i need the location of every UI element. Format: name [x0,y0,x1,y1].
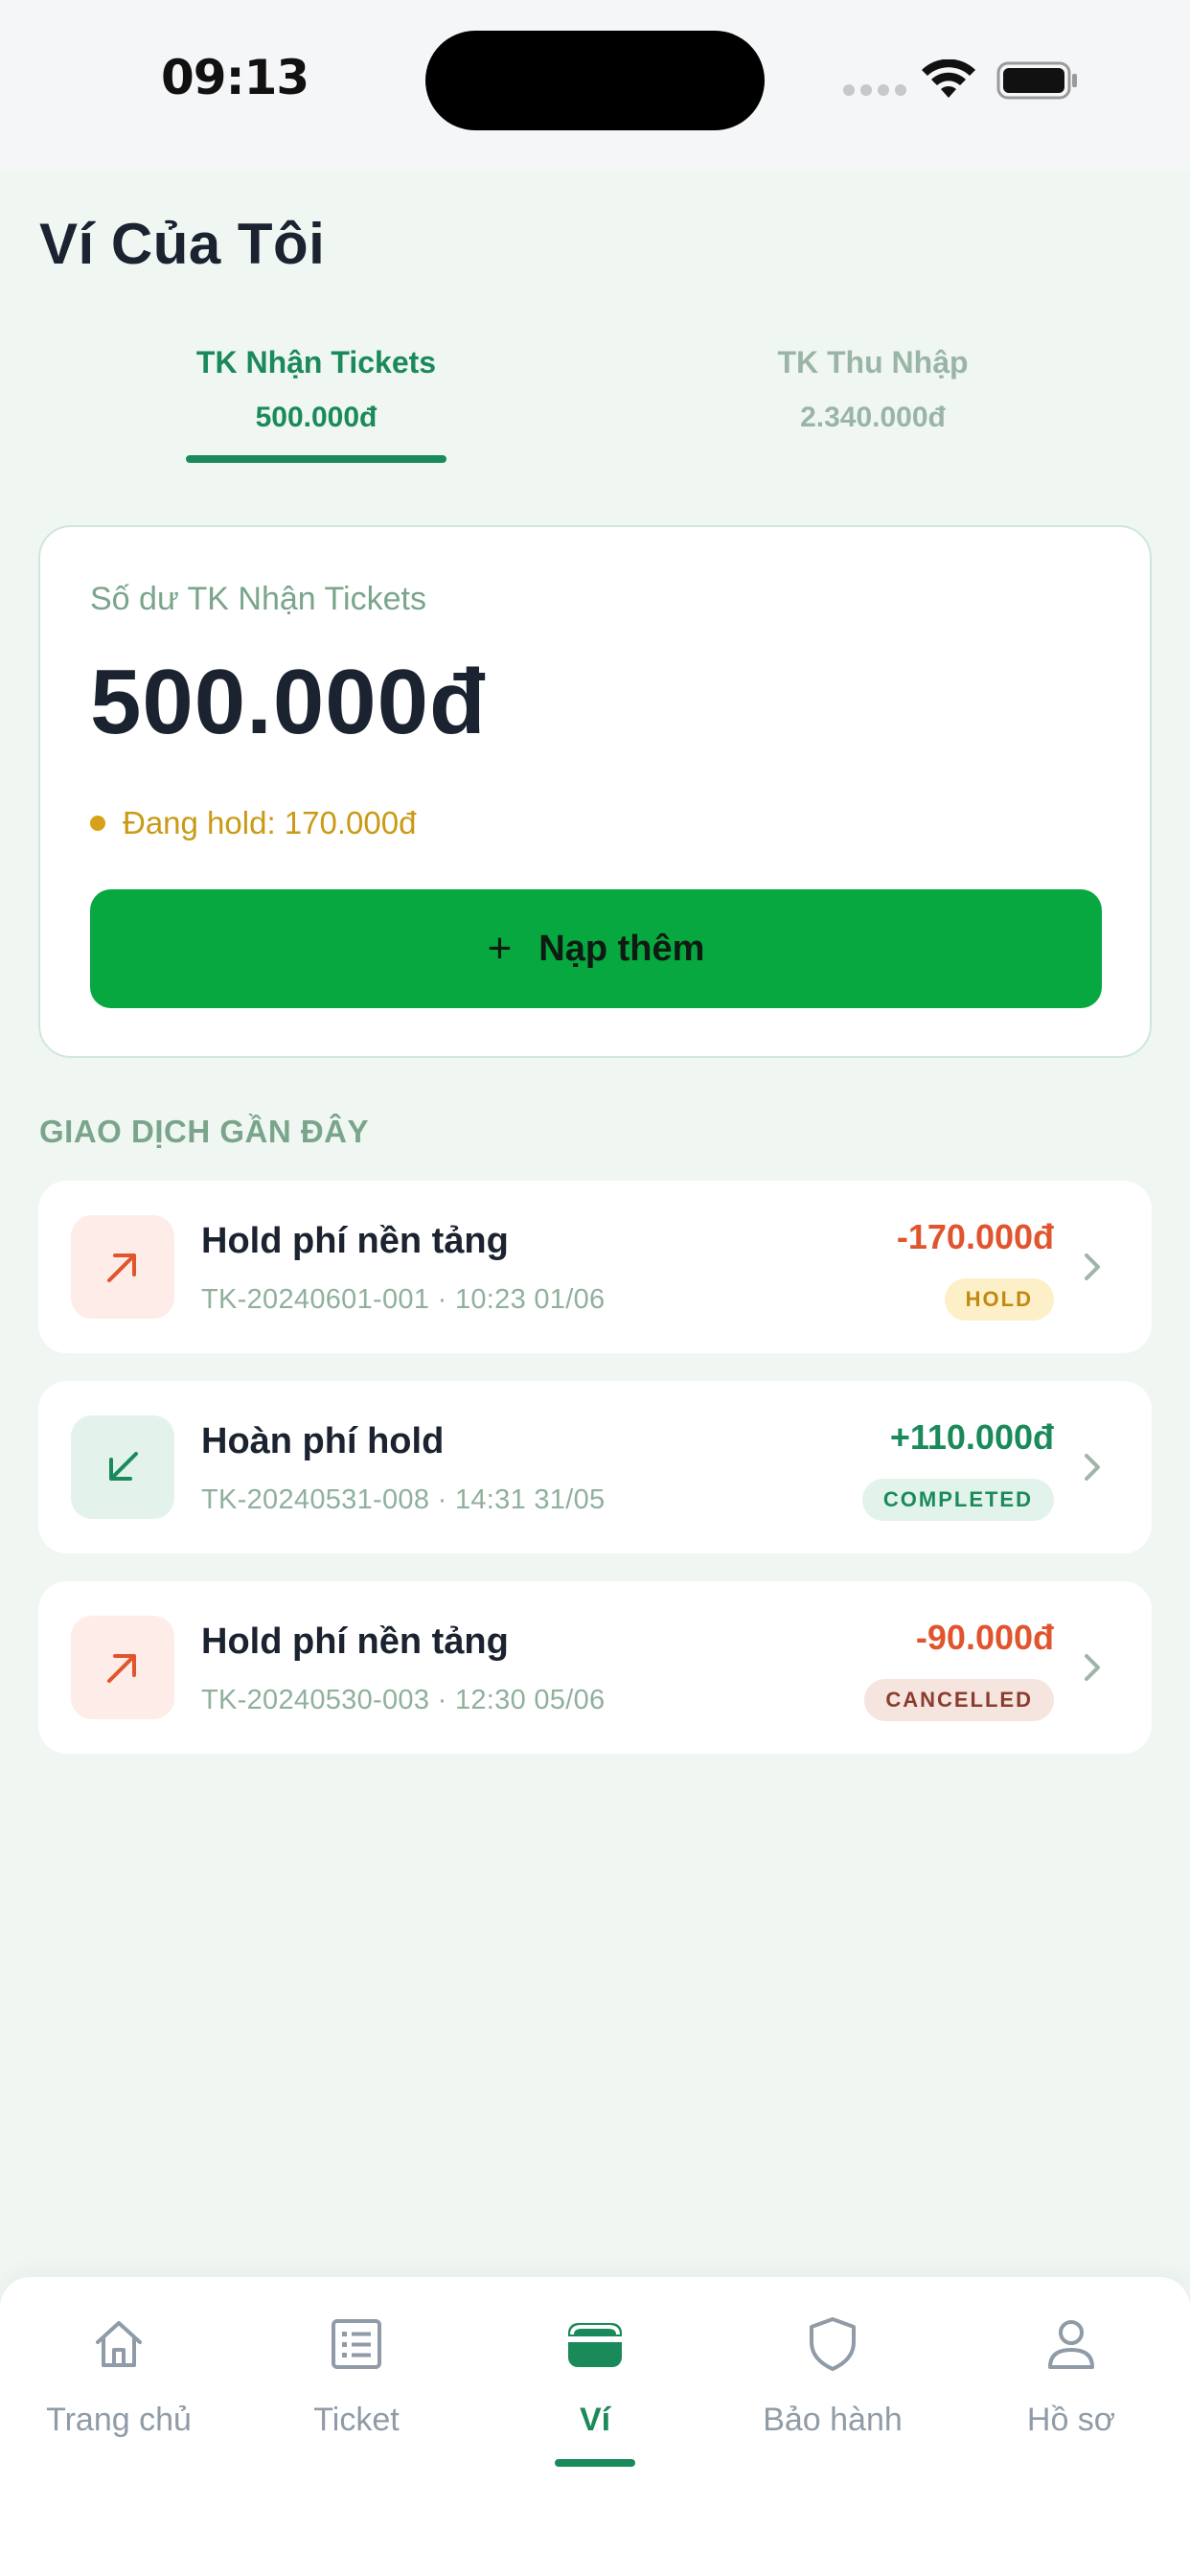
tab-amount: 2.340.000đ [800,402,946,433]
topup-button[interactable]: + Nạp thêm [90,889,1102,1008]
hold-info: Đang hold: 170.000đ [90,805,416,841]
outgoing-arrow-icon [71,1215,174,1319]
transaction-title: Hold phí nền tảng [201,1221,509,1261]
chevron-right-icon [1085,1254,1100,1280]
status-bar: 09:13 [0,0,1190,171]
balance-amount: 500.000đ [90,651,487,753]
hold-text: Đang hold: 170.000đ [123,805,417,840]
tab-name: TK Thu Nhập [777,345,969,380]
transaction-title: Hoàn phí hold [201,1421,445,1461]
status-badge: HOLD [944,1278,1054,1321]
tab-name: TK Nhận Tickets [195,345,437,380]
tab-income-account[interactable]: TK Thu Nhập 2.340.000đ [633,345,1112,434]
battery-icon [996,61,1077,100]
transaction-item[interactable]: Hold phí nền tảng TK-20240530-003 · 12:3… [38,1581,1152,1754]
bottom-nav: Trang chủ Ticket Ví Bảo hành Hồ sơ [0,2277,1190,2576]
transaction-subtitle: TK-20240530-003 · 12:30 05/06 [201,1685,606,1715]
transaction-subtitle: TK-20240601-001 · 10:23 01/06 [201,1284,606,1315]
nav-item-home[interactable]: Trang chủ [0,2315,238,2439]
nav-item-warranty[interactable]: Bảo hành [714,2315,951,2439]
nav-label: Hồ sơ [1026,2402,1116,2438]
transaction-amount: +110.000đ [889,1417,1054,1457]
tab-tickets-account[interactable]: TK Nhận Tickets 500.000đ [77,345,556,434]
balance-label: Số dư TK Nhận Tickets [90,581,426,617]
dynamic-island [425,31,765,130]
nav-label: Bảo hành [763,2402,903,2438]
wifi-icon [922,59,975,98]
user-icon [1048,2320,1094,2369]
nav-item-wallet[interactable]: Ví [476,2315,714,2439]
status-badge: COMPLETED [861,1479,1054,1521]
chevron-right-icon [1085,1454,1100,1481]
transaction-amount: -170.000đ [896,1217,1054,1256]
page-title: Ví Của Tôi [39,212,326,276]
outgoing-arrow-icon [71,1616,174,1719]
topup-label: Nạp thêm [538,928,705,969]
nav-label: Ví [579,2402,611,2438]
home-icon [96,2321,142,2367]
incoming-arrow-icon [71,1415,174,1519]
transaction-title: Hold phí nền tảng [201,1622,509,1662]
transaction-item[interactable]: Hoàn phí hold TK-20240531-008 · 14:31 31… [38,1381,1152,1553]
wallet-icon [568,2323,622,2367]
plus-icon: + [487,925,513,972]
balance-card: Số dư TK Nhận Tickets 500.000đ Đang hold… [38,525,1152,1058]
section-title-recent-transactions: GIAO DỊCH GẦN ĐÂY [39,1114,370,1149]
nav-label: Ticket [313,2402,400,2438]
chevron-right-icon [1085,1654,1100,1681]
list-icon [332,2319,381,2369]
nav-item-profile[interactable]: Hồ sơ [952,2315,1190,2439]
status-time: 09:13 [161,50,309,105]
transaction-amount: -90.000đ [915,1618,1054,1657]
active-tab-indicator [186,455,446,463]
transaction-subtitle: TK-20240531-008 · 14:31 31/05 [201,1484,606,1515]
signal-icon [843,84,906,98]
hold-dot-icon [90,816,105,831]
active-nav-indicator [555,2459,635,2467]
status-badge: CANCELLED [864,1679,1054,1721]
tab-amount: 500.000đ [255,402,378,433]
shield-icon [810,2317,856,2371]
nav-item-ticket[interactable]: Ticket [238,2315,475,2439]
nav-label: Trang chủ [46,2402,192,2438]
transaction-item[interactable]: Hold phí nền tảng TK-20240601-001 · 10:2… [38,1181,1152,1353]
